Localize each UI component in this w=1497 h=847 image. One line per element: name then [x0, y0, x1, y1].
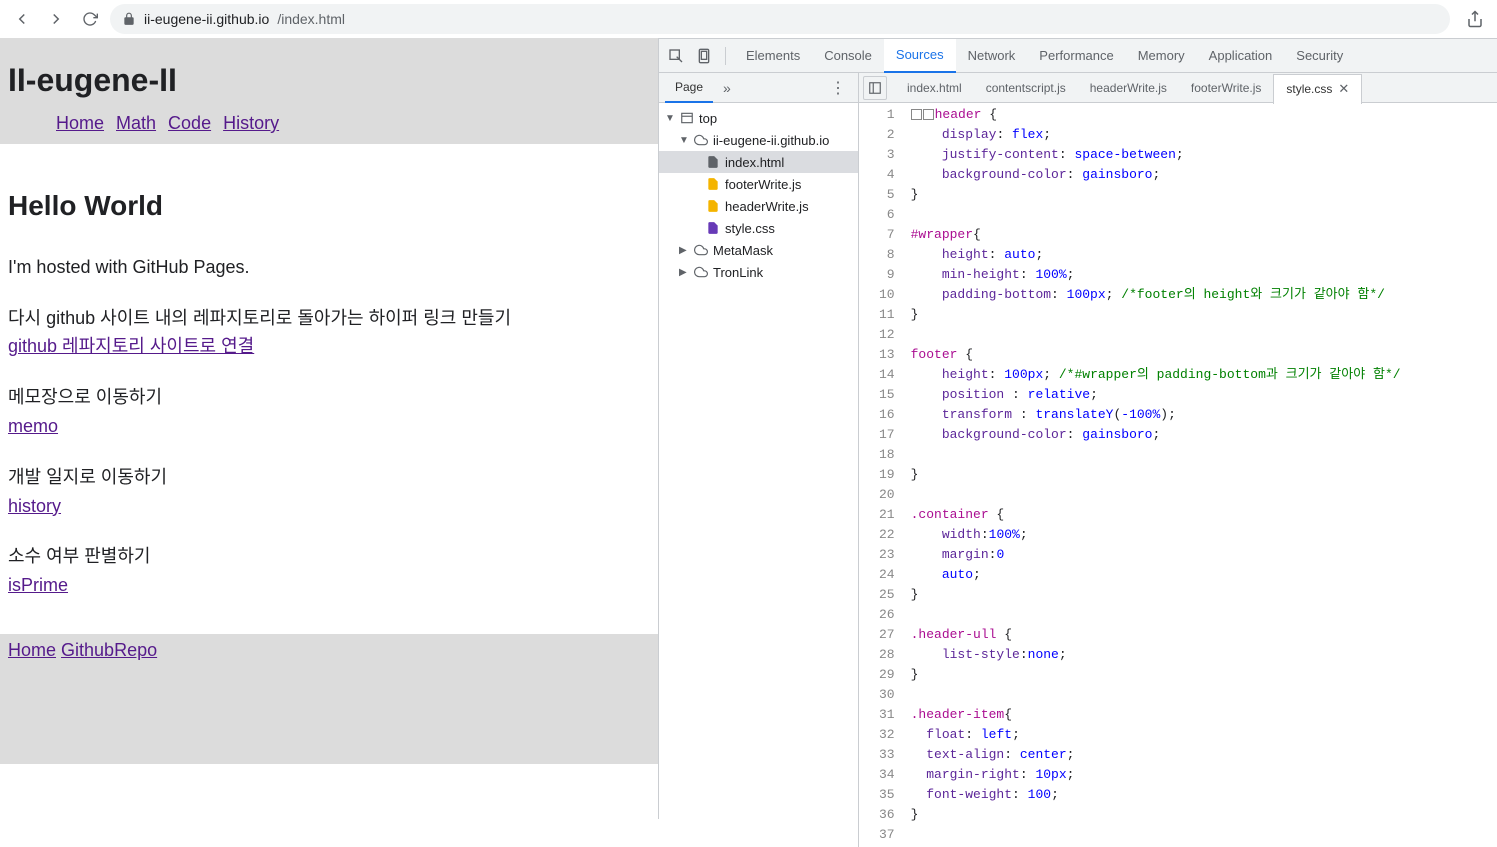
page-footer: Home GithubRepo — [0, 634, 658, 764]
section-link[interactable]: history — [8, 496, 61, 516]
nav-link[interactable]: History — [223, 113, 279, 134]
file-tab[interactable]: contentscript.js — [974, 73, 1078, 103]
code-editor[interactable]: 1234567891011121314151617181920212223242… — [859, 103, 1497, 847]
page-heading: Hello World — [8, 184, 650, 229]
section-link[interactable]: isPrime — [8, 575, 68, 595]
tree-extension-label: TronLink — [713, 265, 763, 280]
rendered-page: II-eugene-II Home Math Code History Hello W… — [0, 38, 658, 819]
section: 메모장으로 이동하기 memo — [8, 383, 650, 441]
file-tabs: index.html contentscript.js headerWrite.js… — [859, 73, 1497, 103]
toggle-navigator-icon[interactable] — [863, 76, 887, 100]
file-tab-label: headerWrite.js — [1090, 81, 1167, 95]
file-tab-label: footerWrite.js — [1191, 81, 1261, 95]
tree-domain[interactable]: ▼ ii-eugene-ii.github.io — [659, 129, 858, 151]
devtools-tab-memory[interactable]: Memory — [1126, 39, 1197, 73]
devtools-tab-performance[interactable]: Performance — [1027, 39, 1125, 73]
devtools-tab-elements[interactable]: Elements — [734, 39, 812, 73]
window-icon — [679, 111, 695, 125]
tree-top-label: top — [699, 111, 717, 126]
tree-domain-label: ii-eugene-ii.github.io — [713, 133, 829, 148]
section-link[interactable]: github 레파지토리 사이트로 연결 — [8, 336, 254, 356]
sidebar-tab-page[interactable]: Page — [665, 73, 713, 103]
page-header: II-eugene-II Home Math Code History — [0, 38, 658, 144]
file-icon — [705, 155, 721, 169]
tree-file[interactable]: headerWrite.js — [659, 195, 858, 217]
file-icon — [705, 177, 721, 191]
devtools-tab-sources[interactable]: Sources — [884, 39, 956, 73]
section: 개발 일지로 이동하기 history — [8, 463, 650, 521]
browser-toolbar: ii-eugene-ii.github.io/index.html — [0, 0, 1497, 38]
devtools-tab-application[interactable]: Application — [1197, 39, 1285, 73]
lock-icon — [122, 12, 136, 26]
tree-file-label: footerWrite.js — [725, 177, 801, 192]
forward-button[interactable] — [42, 5, 70, 33]
file-icon — [705, 199, 721, 213]
reload-button[interactable] — [76, 5, 104, 33]
tree-top[interactable]: ▼ top — [659, 107, 858, 129]
share-button[interactable] — [1461, 5, 1489, 33]
device-icon[interactable] — [691, 43, 717, 69]
file-tab-label: contentscript.js — [986, 81, 1066, 95]
page-body: Hello World I'm hosted with GitHub Pages… — [0, 144, 658, 634]
file-tab[interactable]: index.html — [895, 73, 974, 103]
tree-file-label: headerWrite.js — [725, 199, 809, 214]
tree-extension-label: MetaMask — [713, 243, 773, 258]
footer-link[interactable]: Home — [8, 640, 56, 660]
nav-link[interactable]: Code — [168, 113, 211, 134]
file-tree: ▼ top ▼ ii-eugene-ii.github.io index.htm… — [659, 103, 858, 847]
back-button[interactable] — [8, 5, 36, 33]
editor-panel: index.html contentscript.js headerWrite.js… — [859, 73, 1497, 847]
cloud-icon — [693, 243, 709, 257]
url-path: /index.html — [277, 11, 345, 27]
inspect-icon[interactable] — [663, 43, 689, 69]
cloud-icon — [693, 133, 709, 147]
page-intro: I'm hosted with GitHub Pages. — [8, 253, 650, 282]
sidebar-more-icon[interactable]: » — [717, 80, 737, 96]
section-text: 메모장으로 이동하기 — [8, 383, 650, 412]
section: 다시 github 사이트 내의 레파지토리로 돌아가는 하이퍼 링크 만들기 g… — [8, 304, 650, 362]
tree-file[interactable]: index.html — [659, 151, 858, 173]
devtools-tab-console[interactable]: Console — [812, 39, 884, 73]
devtools-tab-security[interactable]: Security — [1284, 39, 1355, 73]
section: 소수 여부 판별하기 isPrime — [8, 542, 650, 600]
tree-file-label: index.html — [725, 155, 784, 170]
tree-file[interactable]: style.css — [659, 217, 858, 239]
file-tab[interactable]: style.css ✕ — [1273, 74, 1362, 104]
devtools-panel: ElementsConsoleSourcesNetworkPerformance… — [658, 38, 1497, 819]
devtools-tab-network[interactable]: Network — [956, 39, 1028, 73]
file-tab-label: style.css — [1286, 82, 1332, 96]
cloud-icon — [693, 265, 709, 279]
page-title: II-eugene-II — [8, 62, 650, 99]
file-tab-label: index.html — [907, 81, 962, 95]
tree-file[interactable]: footerWrite.js — [659, 173, 858, 195]
file-tab[interactable]: footerWrite.js — [1179, 73, 1273, 103]
url-host: ii-eugene-ii.github.io — [144, 11, 269, 27]
section-text: 소수 여부 판별하기 — [8, 542, 650, 571]
tree-extension[interactable]: ▶TronLink — [659, 261, 858, 283]
page-nav: Home Math Code History — [8, 113, 650, 134]
section-link[interactable]: memo — [8, 416, 58, 436]
tree-extension[interactable]: ▶MetaMask — [659, 239, 858, 261]
devtools-tabs: ElementsConsoleSourcesNetworkPerformance… — [659, 39, 1497, 73]
address-bar[interactable]: ii-eugene-ii.github.io/index.html — [110, 4, 1450, 34]
file-tab[interactable]: headerWrite.js — [1078, 73, 1179, 103]
gutter: 1234567891011121314151617181920212223242… — [859, 103, 903, 847]
footer-link[interactable]: GithubRepo — [61, 640, 157, 660]
nav-link[interactable]: Home — [56, 113, 104, 134]
nav-link[interactable]: Math — [116, 113, 156, 134]
sidebar-menu-icon[interactable]: ⋮ — [824, 78, 852, 98]
sources-sidebar: Page » ⋮ ▼ top ▼ ii-eugene-ii.github.io — [659, 73, 859, 847]
code-content[interactable]: header { display: flex; justify-content:… — [903, 103, 1409, 847]
section-text: 개발 일지로 이동하기 — [8, 463, 650, 492]
tree-file-label: style.css — [725, 221, 775, 236]
file-icon — [705, 221, 721, 235]
close-icon[interactable]: ✕ — [1338, 81, 1349, 97]
section-text: 다시 github 사이트 내의 레파지토리로 돌아가는 하이퍼 링크 만들기 — [8, 304, 650, 333]
